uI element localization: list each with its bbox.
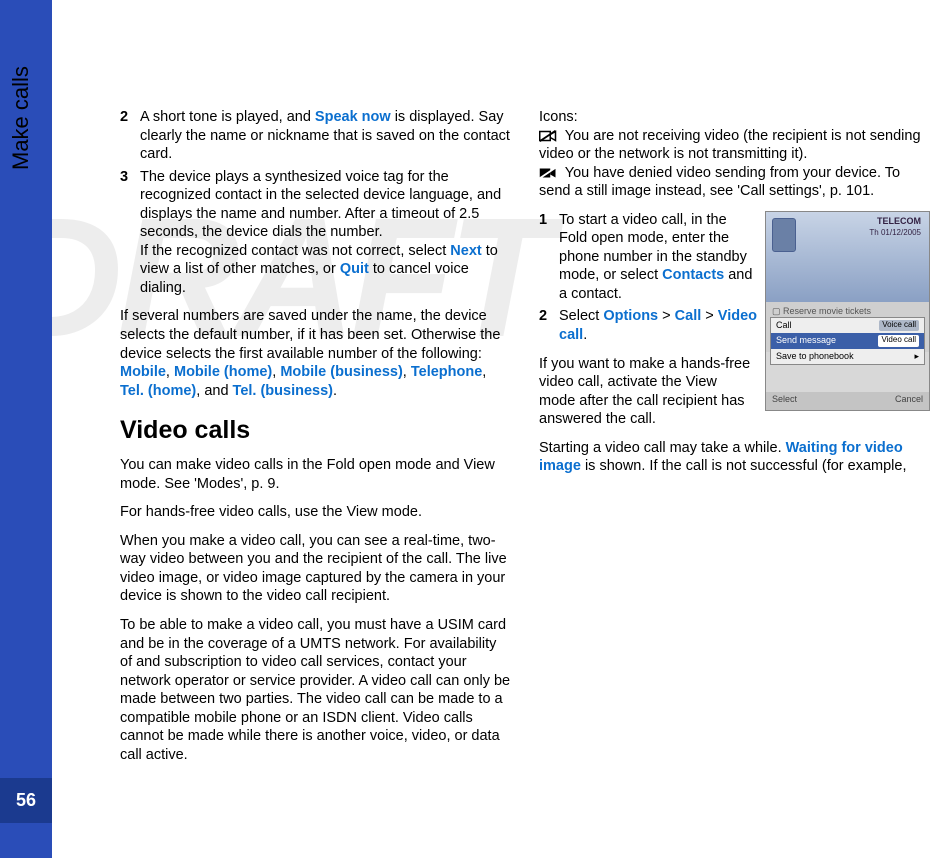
- text: >: [701, 308, 718, 324]
- icon2-text: You have denied video sending from your …: [539, 165, 900, 200]
- telephone-link: Telephone: [411, 364, 482, 380]
- step-3: 3 The device plays a synthesized voice t…: [120, 168, 511, 298]
- quit-link: Quit: [340, 261, 369, 277]
- section-side-label: Make calls: [58, 100, 82, 240]
- voice-call-badge: Voice call: [879, 320, 919, 332]
- mobile-business-link: Mobile (business): [280, 364, 402, 380]
- menu-call: Call: [776, 320, 792, 332]
- text: Starting a video call may take a while.: [539, 440, 786, 456]
- text: ,: [482, 364, 486, 380]
- video-denied-icon: [539, 166, 557, 180]
- step-number: 3: [120, 168, 140, 298]
- starting-paragraph: Starting a video call may take a while. …: [539, 439, 930, 476]
- video-call-badge: Video call: [878, 335, 919, 347]
- text: Select: [559, 308, 603, 324]
- video-step-2: 2 Select Options > Call > Video call.: [539, 307, 757, 344]
- tel-home-link: Tel. (home): [120, 383, 196, 399]
- step-2: 2 A short tone is played, and Speak now …: [120, 108, 511, 164]
- text: ,: [166, 364, 174, 380]
- icons-paragraph: Icons: You are not receiving video (the …: [539, 108, 930, 201]
- video-not-receiving-icon: [539, 129, 557, 143]
- text: ,: [403, 364, 411, 380]
- mobile-link: Mobile: [120, 364, 166, 380]
- phone-screenshot: TELECOM Th 01/12/2005 ▢ Reserve movie ti…: [765, 211, 930, 411]
- step-body: A short tone is played, and Speak now is…: [140, 108, 511, 164]
- mobile-home-link: Mobile (home): [174, 364, 272, 380]
- text: .: [333, 383, 337, 399]
- step-number: 1: [539, 211, 559, 304]
- softkey-cancel: Cancel: [895, 394, 923, 408]
- text: is shown. If the call is not successful …: [581, 458, 907, 474]
- usim-paragraph: To be able to make a video call, you mus…: [120, 616, 511, 764]
- speak-now-label: Speak now: [315, 109, 391, 125]
- reserve-text: ▢ Reserve movie tickets: [772, 306, 923, 318]
- step-body: To start a video call, in the Fold open …: [559, 211, 757, 304]
- step-body: Select Options > Call > Video call.: [559, 307, 757, 344]
- context-menu: Call Voice call Send message Video call Sa…: [770, 317, 925, 366]
- menu-send-message: Send message: [776, 335, 836, 347]
- step-body: The device plays a synthesized voice tag…: [140, 168, 511, 298]
- page-content: 2 A short tone is played, and Speak now …: [120, 108, 930, 798]
- text: If the recognized contact was not correc…: [140, 243, 450, 259]
- text: , and: [196, 383, 232, 399]
- several-numbers-paragraph: If several numbers are saved under the n…: [120, 307, 511, 400]
- phone-date: Th 01/12/2005: [869, 228, 921, 238]
- video-paragraph-2: For hands-free video calls, use the View…: [120, 503, 511, 522]
- text: If several numbers are saved under the n…: [120, 308, 500, 361]
- options-link: Options: [603, 308, 658, 324]
- tel-business-link: Tel. (business): [233, 383, 333, 399]
- video-step-1: 1 To start a video call, in the Fold ope…: [539, 211, 757, 304]
- call-link: Call: [675, 308, 702, 324]
- video-paragraph-3: When you make a video call, you can see …: [120, 532, 511, 606]
- softkey-select: Select: [772, 394, 797, 408]
- next-link: Next: [450, 243, 481, 259]
- step-number: 2: [539, 307, 559, 344]
- text: A short tone is played, and: [140, 109, 315, 125]
- step-number: 2: [120, 108, 140, 164]
- page-number: 56: [0, 778, 52, 823]
- icons-label: Icons:: [539, 109, 578, 125]
- battery-icon: [772, 218, 796, 252]
- video-calls-heading: Video calls: [120, 414, 511, 446]
- text: >: [658, 308, 675, 324]
- menu-save: Save to phonebook: [776, 351, 854, 363]
- contacts-link: Contacts: [662, 267, 724, 283]
- icon1-text: You are not receiving video (the recipie…: [539, 128, 921, 163]
- operator-name: TELECOM: [877, 216, 921, 228]
- text: The device plays a synthesized voice tag…: [140, 169, 501, 241]
- submenu-arrow-icon: ▸: [914, 351, 919, 363]
- video-paragraph-1: You can make video calls in the Fold ope…: [120, 456, 511, 493]
- text: .: [583, 327, 587, 343]
